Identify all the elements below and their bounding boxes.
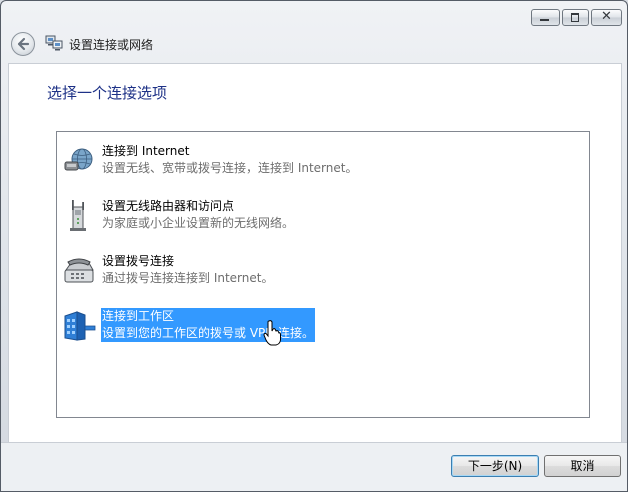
connection-options-list[interactable]: 连接到 Internet 设置无线、宽带或拨号连接，连接到 Internet。 … [56,131,590,418]
option-text: 连接到 Internet 设置无线、宽带或拨号连接，连接到 Internet。 [101,143,358,177]
dialog-window: ✕ 设置连接或网络 选择一个连接选项 连接到 Internet 设置无线、宽带或… [0,0,628,492]
option-description: 为家庭或小企业设置新的无线网络。 [102,216,295,230]
hand-cursor-icon [263,320,281,346]
option-title: 连接到工作区 [102,309,175,323]
back-arrow-icon [17,37,30,51]
dialog-footer: 下一步(N) 取消 [1,442,627,491]
workplace-building-icon [64,311,96,341]
close-icon: ✕ [601,9,612,24]
network-icon [45,35,63,51]
option-description: 通过拨号连接连接到 Internet。 [102,271,274,285]
navigation-bar: 设置连接或网络 [1,31,627,61]
close-button[interactable]: ✕ [591,9,622,26]
content-panel: 选择一个连接选项 连接到 Internet 设置无线、宽带或拨号连接，连接到 I… [8,63,622,443]
option-text-selected: 连接到工作区 设置到您的工作区的拨号或 VPN 连接。 [101,308,316,342]
option-text: 设置无线路由器和访问点 为家庭或小企业设置新的无线网络。 [101,198,295,232]
next-button[interactable]: 下一步(N) [451,455,539,477]
maximize-button[interactable] [562,9,589,26]
title-bar: ✕ [1,1,627,31]
cancel-button[interactable]: 取消 [544,455,621,477]
option-title: 设置拨号连接 [102,254,175,268]
option-connect-workplace[interactable]: 连接到工作区 设置到您的工作区的拨号或 VPN 连接。 [61,308,581,344]
option-text: 设置拨号连接 通过拨号连接连接到 Internet。 [101,253,274,287]
option-title: 连接到 Internet [102,144,190,158]
back-button[interactable] [11,32,35,56]
option-title: 设置无线路由器和访问点 [102,199,235,213]
option-description: 设置到您的工作区的拨号或 VPN 连接。 [102,326,315,340]
option-connect-internet[interactable]: 连接到 Internet 设置无线、宽带或拨号连接，连接到 Internet。 [61,143,581,179]
option-wireless-router[interactable]: 设置无线路由器和访问点 为家庭或小企业设置新的无线网络。 [61,198,581,234]
window-title: 设置连接或网络 [69,38,154,52]
minimize-button[interactable] [531,9,560,26]
wireless-router-icon [70,200,86,231]
option-description: 设置无线、宽带或拨号连接，连接到 Internet。 [102,161,358,175]
page-heading: 选择一个连接选项 [47,84,168,102]
globe-network-icon [64,148,93,171]
option-dialup[interactable]: 设置拨号连接 通过拨号连接连接到 Internet。 [61,253,581,289]
telephone-modem-icon [64,258,94,283]
